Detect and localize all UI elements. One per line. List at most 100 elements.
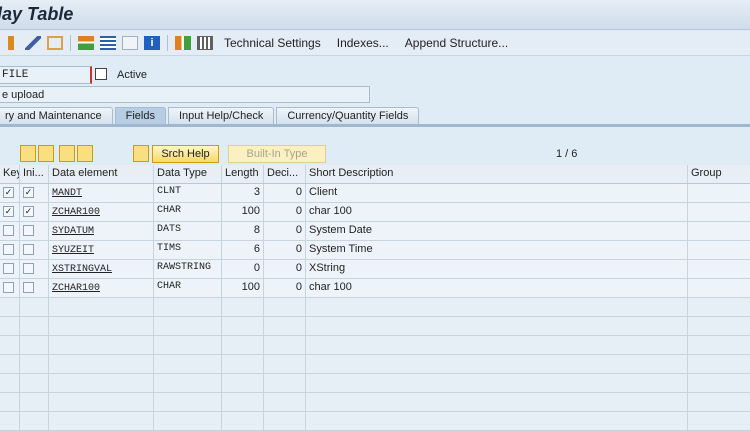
data-element-link[interactable]: ZCHAR100 (52, 207, 100, 218)
empty-cell[interactable] (264, 412, 306, 430)
col-key[interactable]: Key (0, 165, 20, 183)
empty-cell[interactable] (49, 412, 154, 430)
data-element-cell[interactable]: XSTRINGVAL (49, 260, 154, 278)
data-element-link[interactable]: ZCHAR100 (52, 283, 100, 294)
col-data-element[interactable]: Data element (49, 165, 154, 183)
empty-cell[interactable] (0, 412, 20, 430)
key-checkbox[interactable] (3, 244, 14, 255)
copy-icon[interactable] (95, 68, 107, 80)
empty-cell[interactable] (20, 374, 49, 392)
empty-cell[interactable] (306, 298, 688, 316)
tab-currency-quantity[interactable]: Currency/Quantity Fields (276, 107, 420, 125)
empty-cell[interactable] (688, 355, 750, 373)
empty-cell[interactable] (306, 317, 688, 335)
empty-cell[interactable] (222, 317, 264, 335)
empty-cell[interactable] (688, 336, 750, 354)
columns-icon[interactable] (197, 36, 213, 50)
insert-row-icon[interactable] (38, 145, 54, 162)
initial-checkbox[interactable]: ✓ (23, 206, 34, 217)
short-description-cell[interactable]: System Date (306, 222, 688, 240)
empty-cell[interactable] (688, 317, 750, 335)
data-element-cell[interactable]: ZCHAR100 (49, 279, 154, 297)
empty-row[interactable] (0, 298, 750, 317)
decimals-cell[interactable]: 0 (264, 184, 306, 202)
empty-cell[interactable] (222, 393, 264, 411)
magic-wand-icon[interactable] (25, 36, 41, 50)
tab-fields[interactable]: Fields (114, 107, 166, 125)
initial-checkbox[interactable] (23, 282, 34, 293)
col-short-description[interactable]: Short Description (306, 165, 688, 183)
empty-cell[interactable] (154, 317, 222, 335)
data-element-cell[interactable]: MANDT (49, 184, 154, 202)
empty-cell[interactable] (154, 336, 222, 354)
append-structure-button[interactable]: Append Structure... (405, 36, 508, 50)
col-decimals[interactable]: Deci... (264, 165, 306, 183)
group-cell[interactable] (688, 203, 750, 221)
group-cell[interactable] (688, 184, 750, 202)
key-checkbox[interactable] (3, 263, 14, 274)
empty-cell[interactable] (306, 412, 688, 430)
empty-cell[interactable] (222, 355, 264, 373)
empty-cell[interactable] (264, 317, 306, 335)
data-element-link[interactable]: XSTRINGVAL (52, 264, 112, 275)
length-cell[interactable]: 100 (222, 203, 264, 221)
empty-cell[interactable] (154, 298, 222, 316)
move-down-icon[interactable] (20, 145, 36, 162)
data-element-cell[interactable]: SYUZEIT (49, 241, 154, 259)
table-row[interactable]: ZCHAR100 CHAR 100 0 char 100 (0, 279, 750, 298)
empty-cell[interactable] (0, 374, 20, 392)
empty-cell[interactable] (306, 355, 688, 373)
col-initial[interactable]: Ini... (20, 165, 49, 183)
indexes-button[interactable]: Indexes... (337, 36, 389, 50)
tab-input-help[interactable]: Input Help/Check (167, 107, 275, 125)
empty-cell[interactable] (49, 355, 154, 373)
short-description-cell[interactable]: System Time (306, 241, 688, 259)
empty-cell[interactable] (20, 393, 49, 411)
data-type-cell[interactable]: CHAR (154, 279, 222, 297)
tab-delivery-maintenance[interactable]: ry and Maintenance (0, 107, 113, 125)
stack-icon[interactable] (100, 36, 116, 50)
empty-cell[interactable] (0, 336, 20, 354)
short-text-field[interactable]: e upload (0, 86, 370, 103)
delete-row-icon[interactable] (59, 145, 75, 162)
empty-row[interactable] (0, 412, 750, 431)
empty-cell[interactable] (20, 355, 49, 373)
empty-row[interactable] (0, 355, 750, 374)
empty-cell[interactable] (306, 374, 688, 392)
empty-cell[interactable] (688, 374, 750, 392)
empty-cell[interactable] (20, 412, 49, 430)
empty-cell[interactable] (154, 393, 222, 411)
empty-cell[interactable] (49, 317, 154, 335)
empty-row[interactable] (0, 374, 750, 393)
data-type-cell[interactable]: TIMS (154, 241, 222, 259)
empty-row[interactable] (0, 393, 750, 412)
empty-cell[interactable] (49, 374, 154, 392)
structure-icon[interactable] (175, 36, 191, 50)
decimals-cell[interactable]: 0 (264, 203, 306, 221)
table-row[interactable]: XSTRINGVAL RAWSTRING 0 0 XString (0, 260, 750, 279)
key-checkbox[interactable] (3, 225, 14, 236)
navigate-icon[interactable] (47, 36, 63, 50)
key-checkbox[interactable]: ✓ (3, 206, 14, 217)
technical-settings-button[interactable]: Technical Settings (224, 36, 321, 50)
empty-cell[interactable] (0, 298, 20, 316)
empty-cell[interactable] (688, 412, 750, 430)
info-icon[interactable]: i (144, 36, 160, 50)
initial-checkbox[interactable] (23, 225, 34, 236)
initial-checkbox[interactable] (23, 244, 34, 255)
empty-cell[interactable] (20, 317, 49, 335)
key-checkbox[interactable] (3, 282, 14, 293)
initial-checkbox[interactable]: ✓ (23, 187, 34, 198)
search-help-button[interactable]: Srch Help (152, 145, 219, 163)
empty-cell[interactable] (264, 355, 306, 373)
empty-cell[interactable] (154, 374, 222, 392)
data-type-cell[interactable]: DATS (154, 222, 222, 240)
length-cell[interactable]: 100 (222, 279, 264, 297)
empty-cell[interactable] (0, 355, 20, 373)
empty-cell[interactable] (49, 298, 154, 316)
length-cell[interactable]: 3 (222, 184, 264, 202)
group-cell[interactable] (688, 222, 750, 240)
initial-checkbox[interactable] (23, 263, 34, 274)
empty-cell[interactable] (222, 412, 264, 430)
data-element-link[interactable]: MANDT (52, 188, 82, 199)
